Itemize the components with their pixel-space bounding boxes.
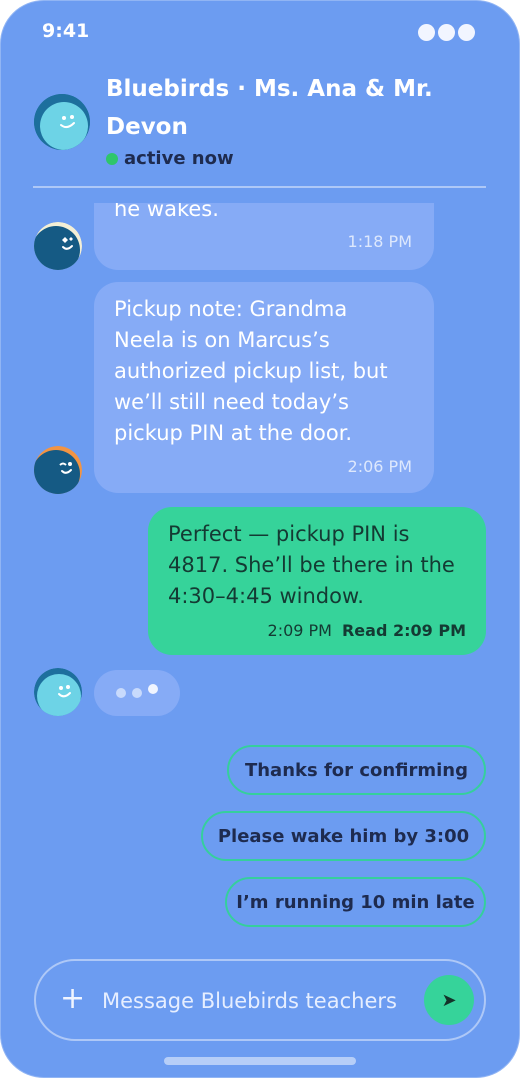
typing-dot <box>132 688 142 698</box>
message-time: 2:09 PM <box>267 621 332 640</box>
typing-dot <box>148 684 158 694</box>
status-time: 9:41 <box>42 20 90 42</box>
message-time: 2:06 PM <box>347 457 412 476</box>
message-input[interactable] <box>102 983 422 1019</box>
read-receipt: Read 2:09 PM <box>341 621 466 640</box>
message-time: 1:18 PM <box>347 232 412 251</box>
message-bubble-incoming: Pickup note: Grandma Neela is on Marcus’… <box>94 282 434 493</box>
message-text: Perfect — pickup PIN is 4817. She’ll be … <box>168 522 455 608</box>
signal-dots-icon <box>418 24 475 41</box>
quick-reply-chip[interactable]: I’m running 10 min late <box>225 877 486 927</box>
typing-dot <box>116 688 126 698</box>
message-meta: 2:09 PM Read 2:09 PM <box>268 621 466 640</box>
teacher-avatar[interactable] <box>34 668 82 716</box>
chat-title: Bluebirds · Ms. Ana & Mr. Devon <box>106 76 433 140</box>
teacher-avatar[interactable] <box>34 222 82 270</box>
home-indicator[interactable] <box>164 1057 356 1065</box>
message-text: Pickup note: Grandma Neela is on Marcus’… <box>114 297 388 445</box>
message-composer: + ➤ <box>34 959 486 1041</box>
quick-reply-chip[interactable]: Thanks for confirming <box>227 745 486 795</box>
group-avatar[interactable] <box>34 94 90 150</box>
message-bubble-incoming: he wakes. 1:18 PM <box>94 203 434 270</box>
quick-reply-chip[interactable]: Please wake him by 3:00 <box>201 811 486 861</box>
message-text: he wakes. <box>114 203 219 221</box>
teacher-avatar[interactable] <box>34 446 82 494</box>
plus-icon[interactable]: + <box>60 979 85 1019</box>
header-divider <box>33 186 486 188</box>
message-bubble-outgoing: Perfect — pickup PIN is 4817. She’ll be … <box>148 507 486 655</box>
typing-indicator <box>94 670 180 716</box>
online-dot-icon <box>106 152 118 165</box>
phone-screen: 9:41 Bluebirds · Ms. Ana & Mr. Devon act… <box>0 0 520 1078</box>
send-button[interactable]: ➤ <box>424 975 474 1025</box>
send-icon: ➤ <box>441 989 457 1011</box>
presence-label: active now <box>124 148 234 169</box>
presence-status: active now <box>106 148 234 169</box>
